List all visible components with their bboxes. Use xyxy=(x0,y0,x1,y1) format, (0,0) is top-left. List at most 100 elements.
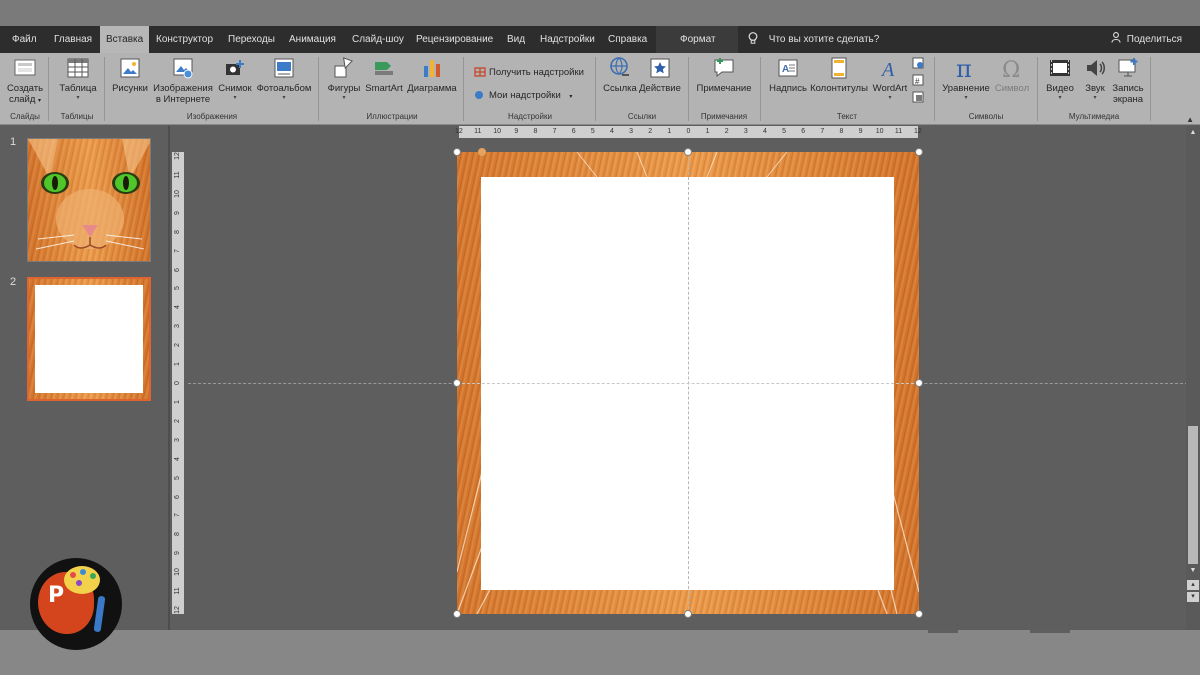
tab-home[interactable]: Главная xyxy=(54,26,92,53)
tab-help[interactable]: Справка xyxy=(608,26,647,53)
chevron-down-icon: ▾ xyxy=(76,95,80,101)
ruler-tick-label: 2 xyxy=(648,128,653,135)
wordart-button[interactable]: A WordArt ▾ xyxy=(870,56,910,102)
group-separator xyxy=(318,57,319,121)
get-addins-button[interactable]: Получить надстройки xyxy=(474,65,584,79)
equation-button[interactable]: π Уравнение ▾ xyxy=(940,56,992,102)
chevron-down-icon: ▾ xyxy=(233,95,237,101)
tell-me-box[interactable]: Что вы хотите сделать? xyxy=(748,26,879,53)
resize-handle-bottom-right[interactable] xyxy=(915,610,923,618)
chevron-down-icon: ▾ xyxy=(1058,95,1062,101)
resize-handle-right[interactable] xyxy=(915,379,923,387)
resize-handle-left[interactable] xyxy=(453,379,461,387)
slide-number-icon[interactable]: # xyxy=(912,74,924,86)
svg-text:A: A xyxy=(782,64,789,75)
ruler-tick-label: 12 xyxy=(174,606,181,614)
title-bar-strip xyxy=(0,0,1200,26)
action-button[interactable]: Действие xyxy=(638,56,682,94)
tab-slideshow[interactable]: Слайд-шоу xyxy=(352,26,404,53)
ruler-tick-label: 3 xyxy=(629,128,634,135)
slide-thumbnail-2[interactable] xyxy=(27,277,151,401)
my-addins-button[interactable]: Мои надстройки ▾ xyxy=(474,88,572,103)
header-footer-button[interactable]: Колонтитулы xyxy=(810,56,868,94)
link-button[interactable]: Ссылка xyxy=(602,56,638,94)
resize-handle-bottom[interactable] xyxy=(684,610,692,618)
addins-icon xyxy=(475,91,483,99)
ribbon-tab-bar: Файл Главная Вставка Конструктор Переход… xyxy=(0,26,1200,53)
group-separator xyxy=(48,57,49,121)
chevron-down-icon: ▾ xyxy=(282,95,286,101)
ruler-tick-label: 1 xyxy=(174,362,181,367)
vertical-scrollbar[interactable]: ▲ ▼ ▴ ▾ xyxy=(1186,126,1200,630)
ruler-tick-label: 11 xyxy=(894,128,903,135)
audio-button[interactable]: Звук ▾ xyxy=(1080,56,1110,102)
smartart-button[interactable]: SmartArt xyxy=(364,56,404,94)
share-button[interactable]: Поделиться xyxy=(1111,26,1182,53)
ruler-tick-label: 3 xyxy=(743,128,748,135)
paint-dot-green xyxy=(90,573,96,579)
comment-label: Примечание xyxy=(696,83,752,94)
resize-handle-top-right[interactable] xyxy=(915,148,923,156)
textbox-label: Надпись xyxy=(769,83,807,94)
smartart-icon xyxy=(375,62,393,75)
collapse-ribbon-icon[interactable]: ▲ xyxy=(1186,115,1194,124)
tab-format[interactable]: Формат xyxy=(680,26,716,53)
scrollbar-thumb[interactable] xyxy=(1188,426,1198,564)
ruler-tick-label: 9 xyxy=(174,210,181,215)
date-time-icon[interactable] xyxy=(912,57,924,69)
film-icon xyxy=(1050,60,1070,76)
tab-insert[interactable]: Вставка xyxy=(100,26,150,53)
star-action-icon xyxy=(650,58,670,78)
tab-review[interactable]: Рецензирование xyxy=(416,26,493,53)
new-slide-button[interactable]: Создать слайд ▾ xyxy=(6,56,44,107)
screen-recording-button[interactable]: Запись экрана xyxy=(1111,56,1145,105)
group-label-comments: Примечания xyxy=(700,112,748,121)
svg-text:π: π xyxy=(956,56,972,80)
group-label-text: Текст xyxy=(836,112,858,121)
group-separator xyxy=(934,57,935,121)
chart-button[interactable]: Диаграмма xyxy=(406,56,458,94)
ruler-tick-label: 0 xyxy=(174,381,181,385)
pictures-button[interactable]: Рисунки xyxy=(110,56,150,94)
cat-face-image xyxy=(28,139,150,261)
comment-button[interactable]: Примечание xyxy=(694,56,754,94)
adjust-handle[interactable] xyxy=(478,148,486,156)
pane-splitter[interactable] xyxy=(168,126,170,630)
previous-slide-icon[interactable]: ▴ xyxy=(1187,580,1199,590)
ruler-tick-label: 6 xyxy=(174,494,181,499)
online-pictures-button[interactable]: Изображения в Интернете xyxy=(152,56,214,105)
symbol-button[interactable]: Ω Символ xyxy=(992,56,1032,94)
my-addins-label: Мои надстройки xyxy=(489,90,561,101)
video-button[interactable]: Видео ▾ xyxy=(1044,56,1076,102)
group-label-tables: Таблицы xyxy=(60,112,94,121)
photo-album-button[interactable]: Фотоальбом ▾ xyxy=(255,56,313,102)
slide-thumbnail-1[interactable] xyxy=(27,138,151,262)
tab-design[interactable]: Конструктор xyxy=(156,26,213,53)
comment-icon xyxy=(714,58,734,78)
shapes-icon xyxy=(334,57,353,78)
tab-view[interactable]: Вид xyxy=(507,26,525,53)
tab-animation[interactable]: Анимация xyxy=(289,26,336,53)
tab-addins[interactable]: Надстройки xyxy=(540,26,595,53)
group-separator xyxy=(1150,57,1151,121)
scroll-down-icon[interactable]: ▼ xyxy=(1188,566,1198,576)
tab-file[interactable]: Файл xyxy=(12,26,37,53)
resize-handle-top-left[interactable] xyxy=(453,148,461,156)
table-label: Таблица xyxy=(59,83,97,94)
resize-handle-top[interactable] xyxy=(684,148,692,156)
new-slide-label-1: Создать xyxy=(6,83,44,94)
resize-handle-bottom-left[interactable] xyxy=(453,610,461,618)
ruler-tick-label: 4 xyxy=(763,128,767,135)
tab-transitions[interactable]: Переходы xyxy=(228,26,275,53)
object-icon[interactable] xyxy=(912,91,924,103)
group-label-illustrations: Иллюстрации xyxy=(366,112,418,121)
scroll-up-icon[interactable]: ▲ xyxy=(1188,128,1198,138)
ruler-tick-label: 4 xyxy=(610,128,614,135)
next-slide-icon[interactable]: ▾ xyxy=(1187,592,1199,602)
table-button[interactable]: Таблица ▾ xyxy=(56,56,100,102)
shapes-button[interactable]: Фигуры ▾ xyxy=(326,56,362,102)
screenshot-button[interactable]: Снимок ▾ xyxy=(217,56,253,102)
ruler-tick-label: 9 xyxy=(514,128,519,135)
group-separator xyxy=(595,57,596,121)
textbox-button[interactable]: A Надпись xyxy=(768,56,808,94)
